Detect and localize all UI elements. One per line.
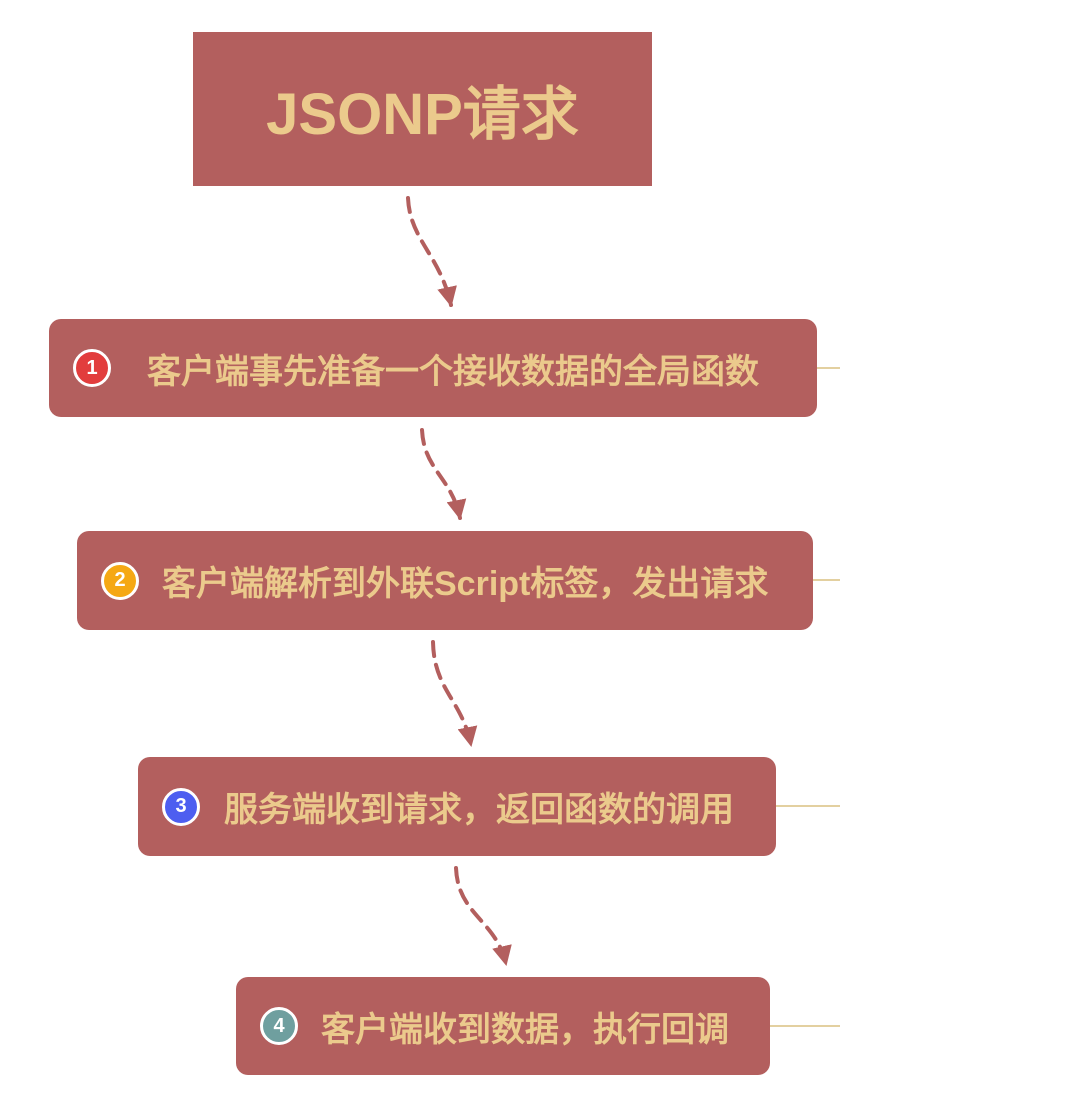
flow-arrow-1 xyxy=(406,196,457,307)
flow-arrow-3 xyxy=(431,640,478,747)
branch-connector-1 xyxy=(817,367,840,369)
step-label-1: 客户端事先准备一个接收数据的全局函数 xyxy=(147,352,759,391)
step-label-2: 客户端解析到外联Script标签，发出请求 xyxy=(162,565,769,603)
flow-arrow-2 xyxy=(420,428,467,520)
branch-connector-2 xyxy=(813,579,840,581)
step-number-badge-2: 2 xyxy=(101,561,139,600)
step-node-2: 2 客户端解析到外联Script标签，发出请求 xyxy=(77,531,813,630)
branch-connector-3 xyxy=(776,805,840,807)
step-number-badge-4: 4 xyxy=(260,1007,298,1045)
step-number-badge-1: 1 xyxy=(73,349,111,387)
flow-arrow-4 xyxy=(454,866,512,966)
step-number-badge-3: 3 xyxy=(162,787,200,826)
step-label-3: 服务端收到请求，返回函数的调用 xyxy=(224,791,734,829)
step-node-4: 4 客户端收到数据，执行回调 xyxy=(236,977,770,1075)
branch-connector-4 xyxy=(770,1025,840,1027)
step-node-3: 3 服务端收到请求，返回函数的调用 xyxy=(138,757,776,856)
step-label-4: 客户端收到数据，执行回调 xyxy=(321,1010,729,1049)
step-node-1: 1 客户端事先准备一个接收数据的全局函数 xyxy=(49,319,817,417)
